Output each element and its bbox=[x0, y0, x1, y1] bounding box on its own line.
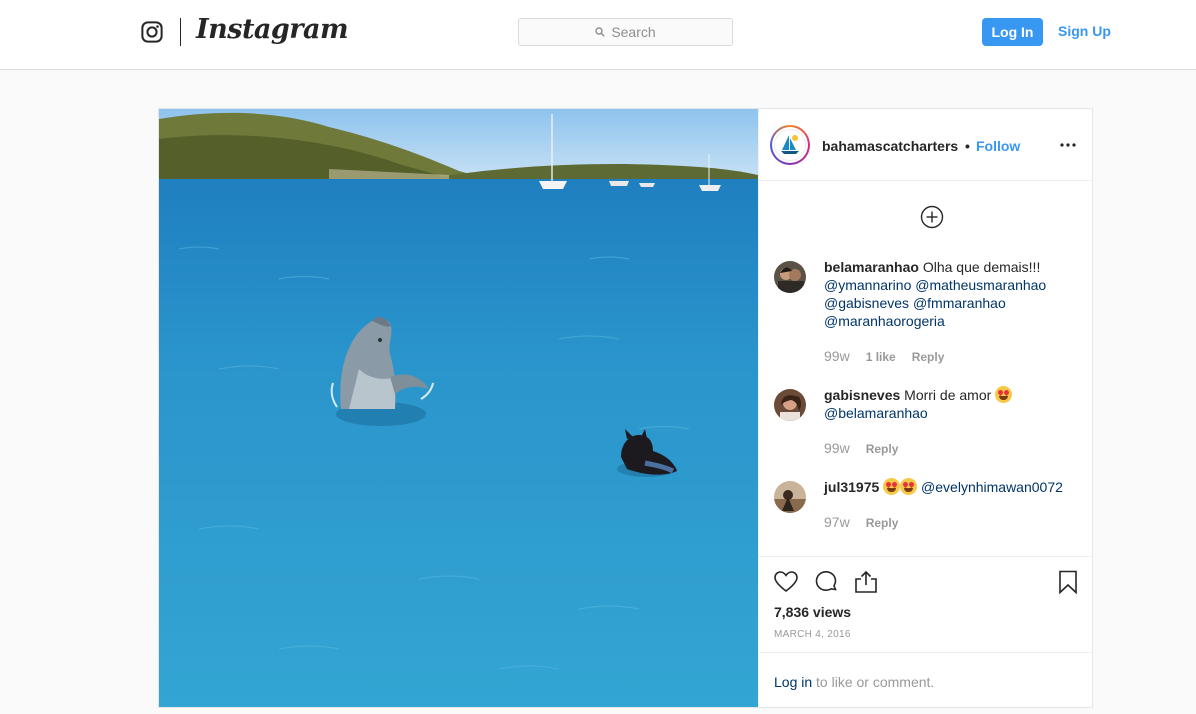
mention-link[interactable]: @gabisneves bbox=[824, 295, 909, 311]
owner-avatar[interactable] bbox=[770, 125, 810, 165]
comment-time[interactable]: 97w bbox=[824, 514, 850, 530]
mention-link[interactable]: @ymannarino bbox=[824, 277, 911, 293]
reply-button[interactable]: Reply bbox=[866, 516, 899, 530]
log-in-link[interactable]: Log in bbox=[774, 674, 812, 690]
comment-icon[interactable] bbox=[813, 569, 839, 595]
dolphin-video-frame bbox=[159, 109, 758, 707]
follow-button[interactable]: Follow bbox=[976, 138, 1020, 154]
comment-time[interactable]: 99w bbox=[824, 440, 850, 456]
comment-meta: 99w Reply bbox=[824, 440, 898, 456]
owner-username[interactable]: bahamascatcharters bbox=[822, 138, 958, 154]
comment-message: Olha que demais!!! bbox=[922, 259, 1041, 275]
comment-meta: 97w Reply bbox=[824, 514, 898, 530]
comment-username[interactable]: jul31975 bbox=[824, 479, 879, 495]
post-actions: 7,836 views MARCH 4, 2016 bbox=[759, 556, 1093, 653]
reply-button[interactable]: Reply bbox=[912, 350, 945, 364]
commenter-avatar[interactable] bbox=[774, 261, 806, 293]
mention-link[interactable]: @matheusmaranhao bbox=[915, 277, 1046, 293]
comment-username[interactable]: gabisneves bbox=[824, 387, 900, 403]
brand-divider bbox=[180, 18, 181, 46]
reply-button[interactable]: Reply bbox=[866, 442, 899, 456]
search-icon bbox=[595, 27, 606, 37]
more-options-icon[interactable] bbox=[1059, 136, 1077, 154]
sailboat-logo-icon bbox=[781, 135, 799, 154]
comment-text: gabisneves Morri de amor @belamaranhao bbox=[824, 386, 1084, 422]
mention-link[interactable]: @maranhaorogeria bbox=[824, 313, 945, 329]
comment-message: Morri de amor bbox=[904, 387, 992, 403]
mention-link[interactable]: @evelynhimawan0072 bbox=[921, 479, 1063, 495]
mention-link[interactable]: @belamaranhao bbox=[824, 405, 928, 421]
bookmark-icon[interactable] bbox=[1055, 569, 1081, 595]
search-input[interactable]: Search bbox=[518, 18, 733, 46]
view-count: 7,836 views bbox=[774, 604, 852, 620]
commenter-avatar[interactable] bbox=[774, 389, 806, 421]
log-in-button[interactable]: Log In bbox=[982, 18, 1043, 46]
login-prompt: Log in to like or comment. bbox=[759, 652, 1093, 707]
comment-username[interactable]: belamaranhao bbox=[824, 259, 919, 275]
search-placeholder: Search bbox=[611, 24, 656, 40]
post-header: bahamascatcharters • Follow bbox=[759, 109, 1093, 181]
comment-like-count[interactable]: 1 like bbox=[866, 350, 896, 364]
mention-link[interactable]: @fmmaranhao bbox=[913, 295, 1006, 311]
instagram-wordmark-logo[interactable]: Instagram bbox=[196, 14, 349, 45]
comment-text: belamaranhao Olha que demais!!! @ymannar… bbox=[824, 258, 1084, 330]
post-video[interactable] bbox=[159, 109, 758, 707]
load-more-comments-icon[interactable] bbox=[920, 205, 944, 229]
post-date[interactable]: MARCH 4, 2016 bbox=[774, 629, 851, 640]
heart-eyes-emoji-icon bbox=[900, 478, 918, 495]
sign-up-link[interactable]: Sign Up bbox=[1058, 23, 1111, 39]
commenter-avatar[interactable] bbox=[774, 481, 806, 513]
heart-icon[interactable] bbox=[773, 569, 799, 595]
comment-time[interactable]: 99w bbox=[824, 348, 850, 364]
share-icon[interactable] bbox=[853, 569, 879, 595]
separator-dot: • bbox=[965, 138, 970, 154]
comment-text: jul31975 @evelynhimawan0072 bbox=[824, 478, 1084, 496]
heart-eyes-emoji-icon bbox=[995, 386, 1013, 403]
login-prompt-text: to like or comment. bbox=[816, 674, 935, 690]
post-card: bahamascatcharters • Follow belamaranhao… bbox=[158, 108, 1093, 708]
comment-meta: 99w 1 like Reply bbox=[824, 348, 944, 364]
top-navigation-bar: Instagram Search Log In Sign Up bbox=[0, 0, 1196, 70]
instagram-camera-icon[interactable] bbox=[141, 21, 163, 43]
heart-eyes-emoji-icon bbox=[883, 478, 901, 495]
post-sidebar: bahamascatcharters • Follow belamaranhao… bbox=[758, 109, 1093, 707]
